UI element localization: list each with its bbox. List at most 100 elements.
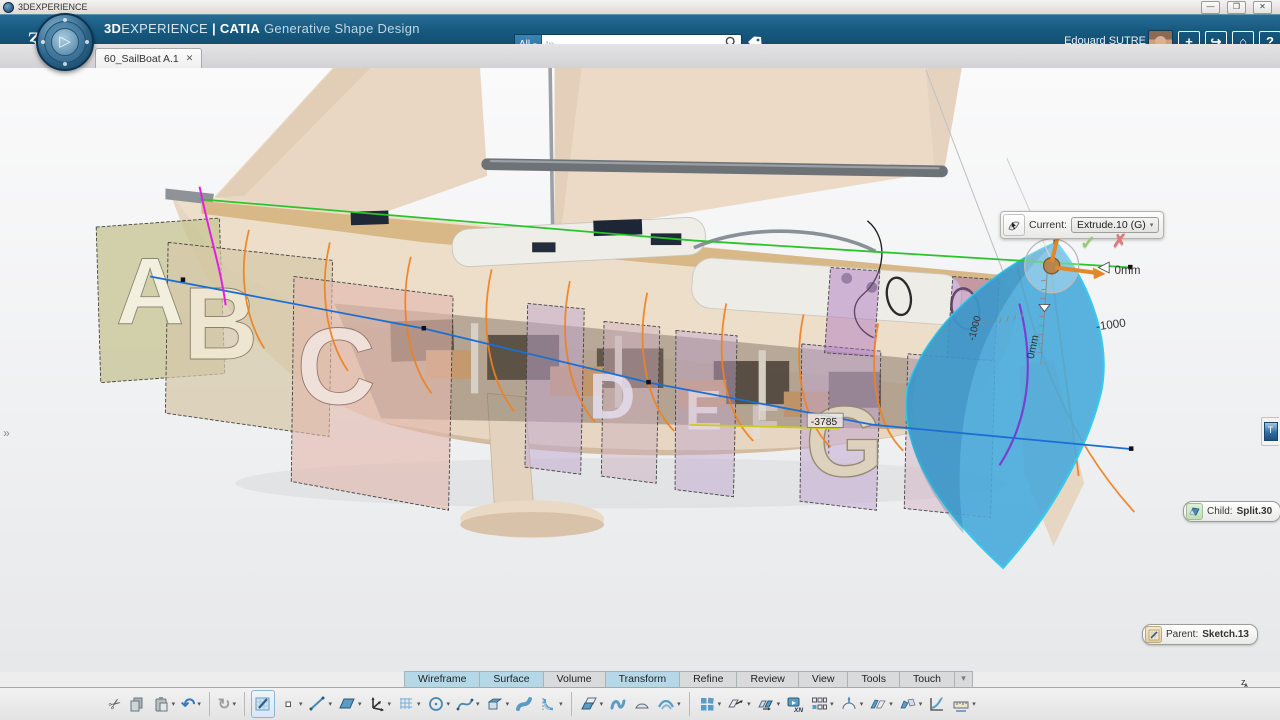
app-header: Ʒs 3DEXPERIENCE | CATIA Generative Shape…	[0, 14, 1280, 44]
surface-cursor-icon	[1003, 214, 1025, 236]
flip-button[interactable]: ▾	[838, 691, 866, 717]
actionbar-sections: Wireframe Surface Volume Transform Refin…	[405, 671, 973, 687]
svg-text:-3785: -3785	[811, 417, 838, 428]
measure-button[interactable]: ▾	[950, 691, 978, 717]
close-button[interactable]: ✕	[1253, 1, 1272, 14]
revolve-button[interactable]: ▾	[537, 691, 565, 717]
brand-title: 3DEXPERIENCE | CATIA Generative Shape De…	[104, 21, 420, 36]
extrapolate-icon	[928, 695, 946, 713]
paste-icon	[152, 695, 170, 713]
tab-transform[interactable]: Transform	[605, 671, 680, 687]
panel-expander[interactable]: »	[0, 420, 13, 446]
parent-feature-tag[interactable]: Parent: Sketch.13	[1142, 624, 1258, 645]
minimize-button[interactable]: —	[1201, 1, 1220, 14]
tab-volume[interactable]: Volume	[543, 671, 606, 687]
update-button[interactable]: ↻▾	[216, 691, 238, 717]
chevron-more-icon[interactable]: ▾	[954, 671, 973, 687]
chevron-down-icon: ▾	[299, 700, 303, 708]
trim-button[interactable]: ▾	[897, 691, 925, 717]
svg-text:z: z	[1241, 677, 1246, 687]
split-icon	[869, 695, 887, 713]
tab-surface[interactable]: Surface	[479, 671, 543, 687]
split-button[interactable]: ▾	[867, 691, 895, 717]
symmetry-button[interactable]: ▾	[725, 691, 753, 717]
toolbar-separator	[244, 692, 245, 716]
line-button[interactable]: ▾	[306, 691, 334, 717]
offset-button[interactable]: ▾	[578, 691, 606, 717]
chevron-down-icon: ▾	[172, 700, 176, 708]
circle-button[interactable]: ▾	[425, 691, 453, 717]
extrude-button[interactable]: ▾	[484, 691, 512, 717]
child-feature-tag[interactable]: Child: Split.30	[1183, 501, 1280, 522]
restore-button[interactable]: ❐	[1227, 1, 1246, 14]
chevron-down-icon: ▾	[506, 700, 510, 708]
window-titlebar: 3DEXPERIENCE — ❐ ✕	[0, 0, 1280, 15]
chevron-down-icon: ▾	[777, 700, 781, 708]
chevron-down-icon: ▾	[232, 700, 236, 708]
play-icon[interactable]: ▷	[51, 28, 79, 56]
sweep-icon	[515, 695, 533, 713]
point-icon	[279, 695, 297, 713]
tree-panel-tab[interactable]: T	[1261, 417, 1279, 446]
compass-widget[interactable]: ▷	[36, 13, 94, 71]
cut-button[interactable]: ✂	[107, 691, 124, 717]
sweep-button[interactable]	[513, 691, 535, 717]
plane-button[interactable]: ▾	[336, 691, 364, 717]
copy-button[interactable]	[126, 691, 148, 717]
measure-icon	[952, 695, 970, 713]
undo-button[interactable]: ↶▾	[179, 691, 203, 717]
chevron-down-icon: ▾	[328, 700, 332, 708]
fill-icon	[633, 695, 651, 713]
app-icon	[3, 2, 14, 13]
catalog-icon	[810, 695, 828, 713]
extrapolate-button[interactable]	[926, 691, 948, 717]
grid-button[interactable]: ▾	[395, 691, 423, 717]
tab-tools[interactable]: Tools	[847, 671, 900, 687]
point-button[interactable]: ▾	[277, 691, 305, 717]
toolbar-separator	[689, 692, 690, 716]
sketch-feature-icon	[1145, 626, 1162, 643]
svg-text:G: G	[805, 386, 883, 498]
styled-sweep-icon	[609, 695, 627, 713]
tab-review[interactable]: Review	[736, 671, 798, 687]
spline-icon	[456, 695, 474, 713]
paste-button[interactable]: ▾	[150, 691, 178, 717]
spline-button[interactable]: ▾	[454, 691, 482, 717]
blend-button[interactable]: ▾	[655, 691, 683, 717]
document-tab[interactable]: 60_SailBoat A.1 ✕	[95, 48, 202, 68]
window-title: 3DEXPERIENCE	[18, 2, 88, 12]
svg-text:-1000: -1000	[1095, 316, 1127, 333]
close-icon[interactable]: ✕	[186, 53, 194, 64]
chevron-down-icon: ▾	[197, 700, 201, 708]
ok-check-icon[interactable]: ✓	[1080, 232, 1096, 255]
chevron-down-icon: ▾	[972, 700, 976, 708]
translate-button[interactable]: ▾	[755, 691, 783, 717]
flip-icon	[840, 695, 858, 713]
cancel-x-icon[interactable]: ✗	[1112, 231, 1127, 252]
application-window: 3DEXPERIENCE — ❐ ✕ Ʒs 3DEXPERIENCE | CAT…	[0, 0, 1280, 720]
pattern-button[interactable]: ▾	[696, 691, 724, 717]
fill-button[interactable]	[631, 691, 653, 717]
viewport-3d[interactable]: A B C D E F G	[0, 68, 1280, 672]
axis-system-icon	[368, 695, 386, 713]
instantiate-button[interactable]: XN	[784, 691, 806, 717]
grid-icon	[397, 695, 415, 713]
tab-touch[interactable]: Touch	[899, 671, 955, 687]
plane-icon	[338, 695, 356, 713]
chevron-down-icon: ▾	[559, 700, 563, 708]
blend-icon	[657, 695, 675, 713]
sketch-button[interactable]	[251, 690, 275, 718]
styled-sweep-button[interactable]	[607, 691, 629, 717]
line-icon	[308, 695, 326, 713]
chevron-down-icon: ▾	[447, 700, 451, 708]
undo-icon: ↶	[181, 697, 195, 712]
tab-view[interactable]: View	[798, 671, 849, 687]
catalog-button[interactable]: ▾	[808, 691, 836, 717]
svg-text:0mm: 0mm	[1115, 264, 1141, 277]
svg-text:E: E	[685, 379, 722, 441]
tab-refine[interactable]: Refine	[679, 671, 737, 687]
chevron-down-icon: ▾	[889, 700, 893, 708]
axis-system-button[interactable]: ▾	[366, 691, 394, 717]
tab-wireframe[interactable]: Wireframe	[404, 671, 480, 687]
cut-icon: ✂	[106, 694, 125, 714]
